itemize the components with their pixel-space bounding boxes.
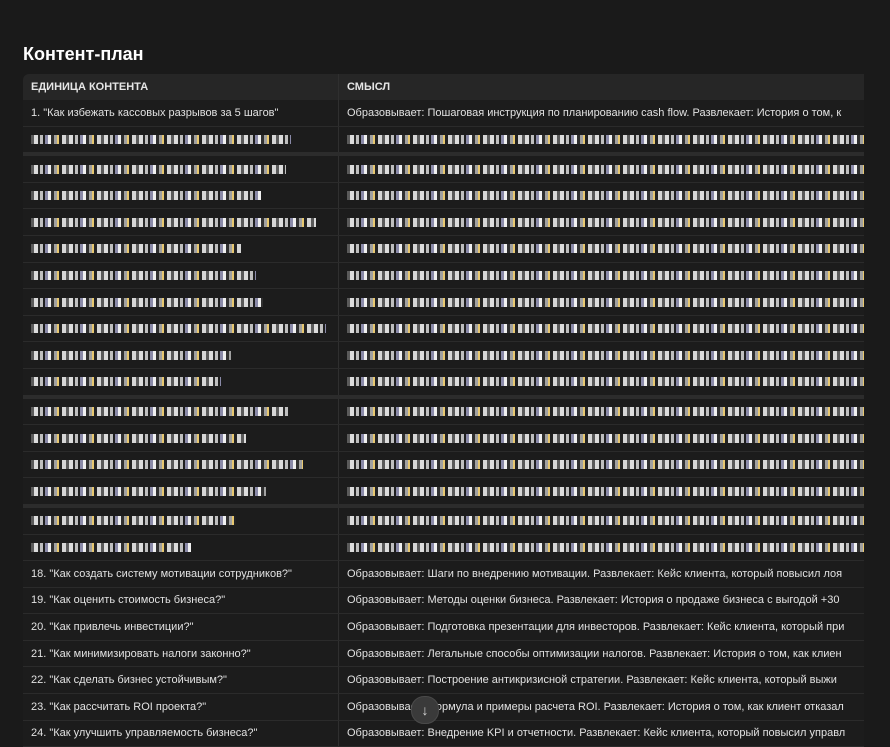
redacted-text: [31, 406, 289, 416]
redacted-text: [347, 164, 864, 174]
redacted-text: [347, 324, 864, 334]
redacted-text: [347, 270, 864, 280]
redacted-text: [347, 297, 864, 307]
table-row: 1. "Как избежать кассовых разрывов за 5 …: [23, 100, 864, 127]
cell-unit: 22. "Как сделать бизнес устойчивым?": [23, 666, 339, 695]
table-row-redacted: [23, 368, 864, 398]
redacted-text: [31, 460, 303, 470]
redacted-text: [31, 486, 266, 496]
table-header-row: ЕДИНИЦА КОНТЕНТА СМЫСЛ: [23, 74, 864, 100]
cell-meaning: Образовывает: Методы оценки бизнеса. Раз…: [338, 587, 864, 615]
content-plan-table: ЕДИНИЦА КОНТЕНТА СМЫСЛ 1. "Как избежать …: [23, 74, 864, 747]
table-row-redacted: [23, 235, 864, 263]
table-row-redacted: [23, 394, 864, 426]
redacted-text: [347, 516, 864, 526]
arrow-down-icon: ↓: [421, 702, 429, 718]
column-header-meaning: СМЫСЛ: [338, 74, 864, 100]
column-header-unit: ЕДИНИЦА КОНТЕНТА: [23, 74, 339, 100]
table-row: 18. "Как создать систему мотивации сотру…: [23, 560, 864, 588]
table-row-redacted: [23, 534, 864, 562]
table-row-redacted: [23, 126, 864, 155]
redacted-text: [31, 377, 221, 387]
scroll-to-bottom-button[interactable]: ↓: [411, 696, 439, 724]
redacted-text: [31, 244, 241, 254]
redacted-text: [31, 164, 286, 174]
redacted-text: [31, 516, 236, 526]
table-row-redacted: [23, 451, 864, 479]
redacted-text: [347, 217, 864, 227]
redacted-text: [347, 244, 864, 254]
table-row-redacted: [23, 424, 864, 452]
table-row-redacted: [23, 477, 864, 507]
cell-meaning: Образовывает: Шаги по внедрению мотиваци…: [338, 560, 864, 588]
table-row-redacted: [23, 208, 864, 236]
redacted-text: [31, 542, 191, 552]
redacted-text: [31, 191, 261, 201]
table-row: 20. "Как привлечь инвестиции?" Образовыв…: [23, 613, 864, 641]
page-title: Контент-план: [23, 44, 144, 64]
redacted-text: [31, 270, 256, 280]
redacted-text: [347, 486, 864, 496]
cell-unit: 21. "Как минимизировать налоги законно?": [23, 640, 339, 668]
redacted-text: [31, 350, 231, 360]
table-row-redacted: [23, 288, 864, 316]
cell-meaning: Образовывает: Построение антикризисной с…: [338, 666, 864, 695]
redacted-text: [31, 433, 246, 443]
table-row-redacted: [23, 503, 864, 535]
redacted-text: [31, 134, 291, 144]
cell-meaning: Образовывает: Внедрение KPI и отчетности…: [338, 720, 864, 747]
table-row: 21. "Как минимизировать налоги законно?"…: [23, 640, 864, 668]
redacted-text: [347, 134, 864, 144]
redacted-text: [347, 433, 864, 443]
cell-unit: 19. "Как оценить стоимость бизнеса?": [23, 587, 339, 615]
table-row: 22. "Как сделать бизнес устойчивым?" Обр…: [23, 666, 864, 695]
redacted-text: [347, 406, 864, 416]
cell-meaning: Образовывает: Легальные способы оптимиза…: [338, 640, 864, 668]
cell-meaning: Образовывает: Пошаговая инструкция по пл…: [338, 100, 864, 127]
table-row-redacted: [23, 315, 864, 343]
redacted-text: [347, 460, 864, 470]
table-row-redacted: [23, 182, 864, 210]
table-row-redacted: [23, 341, 864, 369]
cell-unit: 20. "Как привлечь инвестиции?": [23, 613, 339, 641]
cell-meaning: Образовывает: Подготовка презентации для…: [338, 613, 864, 641]
cell-unit: 1. "Как избежать кассовых разрывов за 5 …: [23, 100, 339, 127]
redacted-text: [31, 297, 263, 307]
redacted-text: [31, 324, 326, 334]
redacted-text: [31, 217, 316, 227]
cell-unit: 18. "Как создать систему мотивации сотру…: [23, 560, 339, 588]
redacted-text: [347, 350, 864, 360]
table-row: 19. "Как оценить стоимость бизнеса?" Обр…: [23, 587, 864, 615]
cell-unit: 23. "Как рассчитать ROI проекта?": [23, 693, 339, 721]
redacted-text: [347, 191, 864, 201]
table-row-redacted: [23, 262, 864, 290]
table-row-redacted: [23, 152, 864, 183]
cell-unit: 24. "Как улучшить управляемость бизнеса?…: [23, 720, 339, 747]
redacted-text: [347, 377, 864, 387]
table-row: 23. "Как рассчитать ROI проекта?" Образо…: [23, 693, 864, 721]
redacted-text: [347, 542, 864, 552]
table-row: 24. "Как улучшить управляемость бизнеса?…: [23, 720, 864, 747]
